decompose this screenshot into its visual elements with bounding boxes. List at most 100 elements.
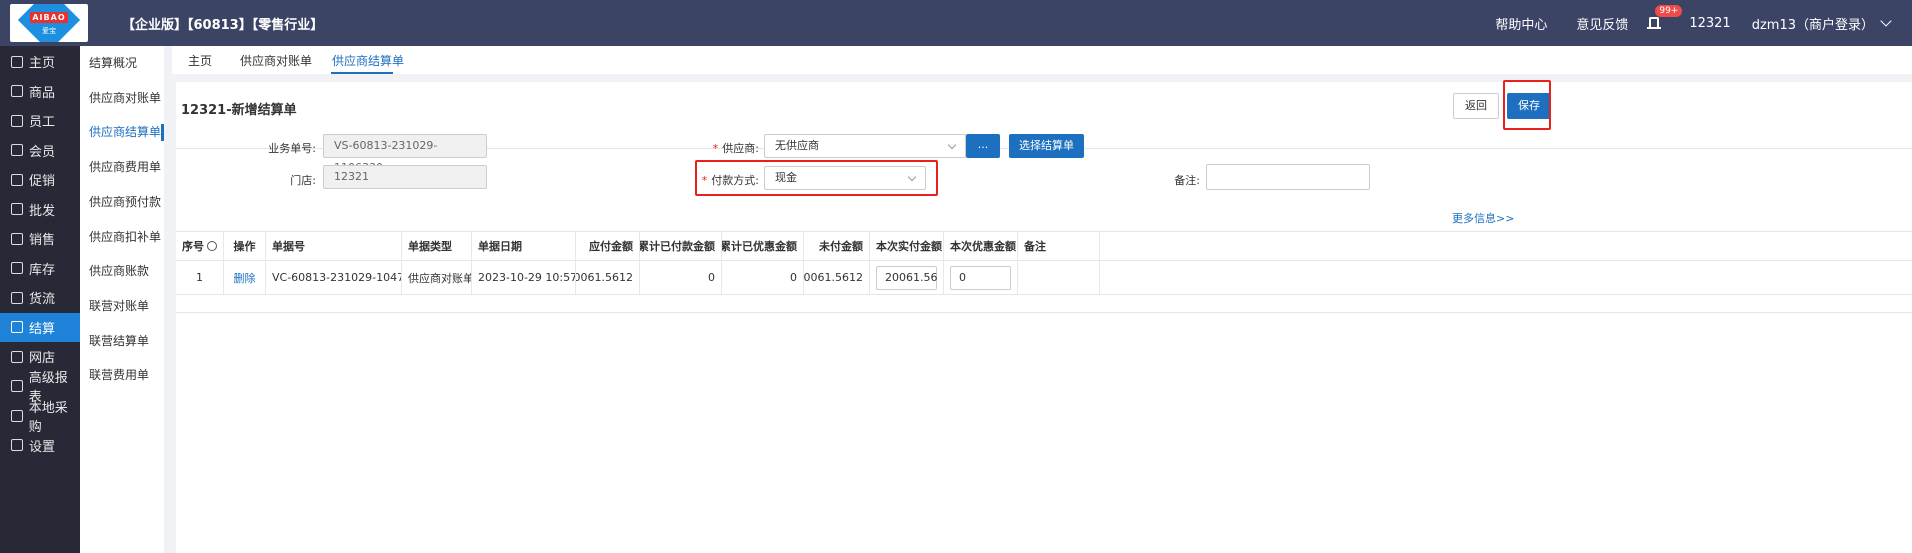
table-row: 1 删除 VC-60813-231029-1047061 供应商对账单 2023-10-… [176, 261, 1912, 295]
back-button[interactable]: 返回 [1453, 93, 1499, 119]
subnav-item[interactable]: 联营对账单 [89, 289, 164, 323]
cell-value: 0 [708, 271, 715, 284]
active-indicator [161, 124, 164, 142]
notification-badge: 99+ [1655, 5, 1683, 17]
cell-value: 20061.5612 [576, 271, 633, 284]
remark-input[interactable] [1206, 164, 1370, 190]
column-header: 单据号 [266, 232, 402, 260]
tab-home[interactable]: 主页 [188, 52, 212, 69]
app-logo[interactable]: AIBAO 爱宝 [10, 4, 88, 42]
subnav-item-label: 结算概况 [89, 56, 138, 70]
subnav-item[interactable]: 联营费用单 [89, 358, 164, 392]
doc-no-label: 业务单号: [268, 142, 316, 155]
supplier-select[interactable]: 无供应商 [764, 134, 966, 158]
subnav-item[interactable]: 供应商结算单 [89, 115, 164, 149]
subnav-item-label: 联营对账单 [89, 298, 150, 313]
save-highlight-box [1503, 80, 1551, 130]
store-field: 12321 [323, 165, 487, 189]
nav-item[interactable]: 员工 [0, 106, 80, 135]
subnav-item[interactable]: 供应商扣补单 [89, 220, 164, 254]
tab-supplier-settlement[interactable]: 供应商结算单 [332, 52, 404, 69]
sales-icon [10, 232, 24, 245]
supplier-label: * 供应商: [712, 142, 759, 155]
cell-paid: 0 [640, 261, 722, 294]
column-header-label: 本次优惠金额 [950, 240, 1016, 253]
cell-value: 2023-10-29 10:57:54 [478, 271, 575, 284]
nav-item[interactable]: 设置 [0, 431, 80, 460]
column-header: 本次实付金额 [870, 232, 944, 260]
column-header-label: 累计已付款金额 [640, 240, 715, 253]
subnav-item-label: 供应商扣补单 [89, 229, 162, 244]
nav-item[interactable]: 货流 [0, 283, 80, 312]
store-label: 门店: [290, 174, 316, 187]
supplier-picker-button[interactable]: ... [966, 134, 1000, 158]
subnav-item[interactable]: 供应商预付款 [89, 185, 164, 219]
main-panel: 12321-新增结算单 返回 保存 业务单号: VS-60813-231029-… [176, 80, 1912, 553]
cell-date: 2023-10-29 10:57:54 [472, 261, 576, 294]
nav-item[interactable]: 批发 [0, 195, 80, 224]
nav-item-label: 主页 [29, 56, 56, 71]
column-header-label: 应付金额 [589, 240, 633, 253]
column-header: 累计已优惠金额 [722, 232, 804, 260]
column-header-label: 操作 [233, 240, 256, 253]
subnav-item-label: 供应商账款 [89, 264, 150, 279]
tab-supplier-statement[interactable]: 供应商对账单 [240, 52, 312, 69]
promo-icon [10, 173, 24, 186]
nav-item-label: 会员 [29, 144, 56, 160]
column-header-label: 序号 [182, 240, 204, 253]
column-header: 本次优惠金额 [944, 232, 1018, 260]
current-store[interactable]: 12321 [1689, 16, 1730, 31]
nav-item[interactable]: 主页 [0, 47, 80, 76]
wholesale-icon [10, 203, 24, 215]
cell-value: 0 [790, 271, 797, 284]
subnav-item[interactable]: 联营结算单 [89, 324, 164, 358]
wrench-icon[interactable] [207, 241, 217, 251]
cell-value: VC-60813-231029-1047061 [272, 271, 402, 284]
subnav-item[interactable]: 结算概况 [89, 46, 164, 80]
subnav-item[interactable]: 供应商账款 [89, 254, 164, 288]
nav-item[interactable]: 销售 [0, 224, 80, 253]
column-header: 未付金额 [804, 232, 870, 260]
table-bottom-divider [176, 312, 1912, 313]
nav-item-label: 销售 [29, 233, 56, 248]
column-header-label: 备注 [1024, 240, 1046, 253]
nav-item[interactable]: 商品 [0, 77, 80, 106]
subnav-item[interactable]: 供应商对账单 [89, 81, 164, 115]
nav-item[interactable]: 库存 [0, 254, 80, 283]
column-header-label: 本次实付金额 [876, 240, 942, 253]
subnav-item[interactable]: 供应商费用单 [89, 150, 164, 184]
cell-unpaid: 20061.5612 [804, 261, 870, 294]
cell-remark [1018, 261, 1100, 294]
column-header: 备注 [1018, 232, 1100, 260]
nav-item[interactable]: 促销 [0, 165, 80, 194]
discount-now-input[interactable]: 0 [950, 265, 1011, 290]
more-info-link[interactable]: 更多信息>> [1452, 210, 1514, 226]
chevron-down-icon [947, 140, 957, 150]
nav-item-label: 员工 [29, 115, 56, 130]
member-icon [10, 144, 24, 156]
delete-link[interactable]: 删除 [234, 270, 256, 286]
cell-type: 供应商对账单 [402, 261, 472, 294]
pay-now-input[interactable]: 20061.56 [876, 265, 938, 290]
subnav-item-label: 联营费用单 [89, 368, 150, 383]
stock-icon [10, 262, 24, 274]
feedback-link[interactable]: 意见反馈 [1576, 14, 1628, 33]
nav-item-label: 设置 [29, 439, 56, 455]
nav-item[interactable]: 本地采购 [0, 401, 80, 435]
nav-item[interactable]: 结算 [0, 312, 80, 342]
user-menu[interactable]: dzm13（商户登录） [1752, 14, 1874, 33]
column-header-label: 累计已优惠金额 [722, 240, 797, 253]
goods-icon [10, 85, 24, 97]
notification-icon[interactable]: 99+ [1647, 5, 1683, 31]
nav-item[interactable]: 会员 [0, 136, 80, 165]
settle-icon [10, 321, 24, 333]
cell-value: 1 [196, 271, 203, 284]
chevron-down-icon[interactable] [1880, 15, 1892, 27]
cell-doc: VC-60813-231029-1047061 [266, 261, 402, 294]
nav-item-label: 结算 [29, 321, 56, 337]
table-header: 序号 操作 单据号 单据类型 单据日期 应付金额 累计已付款金额 累计已优惠金额 未付金额 本次实… [176, 231, 1912, 261]
choose-settlement-button[interactable]: 选择结算单 [1009, 134, 1084, 158]
doc-no-field: VS-60813-231029-1106330 [323, 134, 487, 174]
help-center-link[interactable]: 帮助中心 [1495, 14, 1547, 33]
shop-icon [10, 350, 24, 363]
